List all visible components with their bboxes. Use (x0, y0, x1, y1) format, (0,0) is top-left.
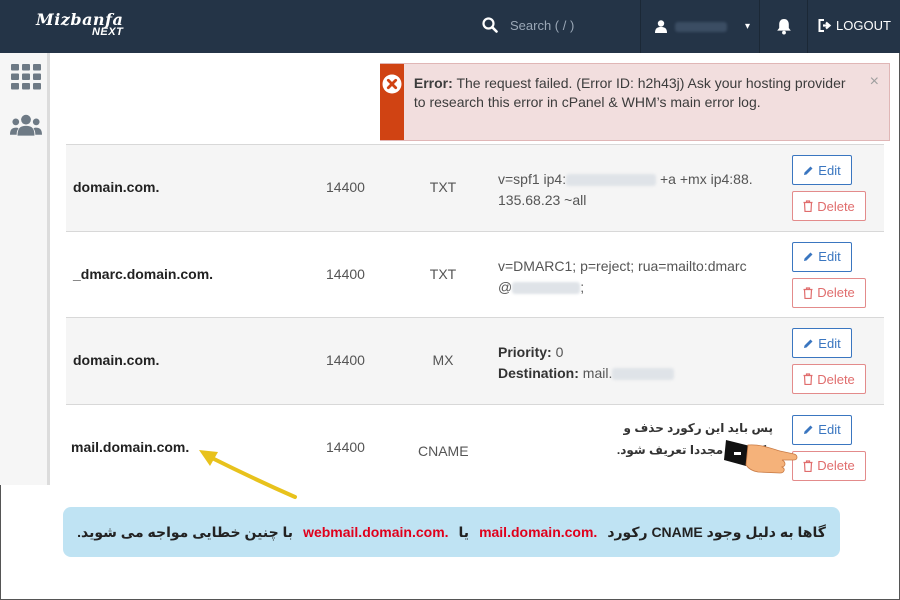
left-sidebar (0, 53, 50, 485)
close-icon[interactable]: × (870, 73, 879, 91)
trash-icon (803, 200, 813, 212)
caption-highlight: mail.domain.com. (479, 524, 598, 540)
error-alert: Error: The request failed. (Error ID: h2… (380, 63, 890, 141)
notifications-button[interactable] (760, 0, 808, 53)
record-name: _dmarc.domain.com. (73, 265, 214, 282)
record-ttl: 14400 (326, 179, 365, 195)
logout-button[interactable]: LOGOUT (818, 18, 891, 33)
redacted-domain (512, 281, 581, 294)
caption-banner: گاها به دلیل وجود CNAME رکورد mail.domai… (63, 507, 840, 557)
search-placeholder: Search ( / ) (510, 17, 575, 33)
delete-button[interactable]: Delete (792, 450, 866, 481)
caption-text: یا (458, 523, 470, 540)
apps-menu-button[interactable] (10, 63, 42, 91)
delete-label: Delete (817, 371, 855, 387)
record-type: TXT (429, 265, 457, 282)
annotation-line: پس باید این رکورد حذف و (623, 421, 773, 435)
bell-icon (776, 19, 791, 35)
logout-label: LOGOUT (836, 18, 891, 33)
error-text: The request failed. (Error ID: h2h43j) A… (413, 75, 846, 110)
record-value: v=DMARC1; p=reject; rua=mailto:dmarc @; (498, 256, 778, 298)
record-value-part: 135.68.23 ~all (498, 192, 587, 208)
record-type: MX (432, 352, 454, 368)
delete-button[interactable]: Delete (792, 277, 866, 308)
delete-button[interactable]: Delete (792, 191, 866, 221)
delete-label: Delete (817, 285, 855, 300)
record-ttl: 14400 (326, 265, 365, 282)
user-menu[interactable]: ▾ (640, 0, 760, 53)
pencil-icon (804, 339, 813, 348)
record-value-part: @ (498, 278, 513, 295)
delete-label: Delete (817, 458, 855, 473)
record-value: Priority: 0 Destination: mail. (498, 342, 778, 384)
delete-button[interactable]: Delete (792, 364, 866, 394)
record-value-part: v=DMARC1; p=reject; rua=mailto:dmarc (498, 257, 747, 274)
edit-button[interactable]: Edit (792, 328, 852, 358)
search-icon (482, 17, 498, 33)
pencil-icon (804, 425, 813, 434)
edit-button[interactable]: Edit (792, 155, 852, 185)
error-circle-icon (382, 74, 402, 94)
annotation-line: رکورد A مجددا تعریف شود. (616, 443, 773, 457)
table-row: domain.com. 14400 MX Priority: 0 Destina… (66, 317, 884, 404)
error-badge (380, 64, 404, 140)
destination-label: Destination: (498, 365, 579, 381)
edit-label: Edit (818, 422, 841, 437)
priority-value: 0 (555, 344, 564, 360)
record-name: domain.com. (73, 352, 160, 368)
error-message: Error: The request failed. (Error ID: h2… (404, 64, 889, 140)
record-value-part: v=spf1 ip4: (498, 171, 567, 187)
table-row: _dmarc.domain.com. 14400 TXT v=DMARC1; p… (66, 230, 884, 317)
record-name: mail.domain.com. (71, 438, 190, 455)
redacted-ip (566, 174, 657, 187)
trash-icon (803, 286, 813, 299)
caption-text: گاها به دلیل وجود CNAME رکورد (607, 523, 826, 540)
error-title: Error: (413, 75, 453, 91)
record-value-part: ; (580, 278, 585, 295)
record-ttl: 14400 (326, 352, 365, 368)
edit-label: Edit (818, 335, 841, 351)
logout-icon (818, 19, 832, 32)
dns-zone-editor: Error: The request failed. (Error ID: h2… (53, 53, 899, 485)
users-menu-button[interactable] (10, 111, 42, 139)
record-value: v=spf1 ip4: +a +mx ip4:88. 135.68.23 ~al… (498, 169, 778, 211)
annotation-note: پس باید این رکورد حذف و رکورد A مجددا تع… (553, 417, 773, 461)
trash-icon (803, 373, 813, 385)
users-icon (10, 114, 42, 136)
record-type: CNAME (418, 442, 469, 459)
record-value-part: +a +mx ip4:88. (660, 171, 753, 187)
trash-icon (803, 459, 813, 472)
delete-label: Delete (817, 198, 855, 214)
pencil-icon (804, 252, 813, 261)
caption-text: با چنین خطایی مواجه می شوید. (77, 523, 294, 540)
edit-label: Edit (818, 249, 841, 264)
edit-button[interactable]: Edit (792, 414, 852, 445)
pencil-icon (804, 166, 813, 175)
record-name: domain.com. (73, 179, 160, 195)
brand-logo[interactable]: Mizbanfa NEXT (36, 10, 123, 38)
user-icon (655, 20, 667, 33)
edit-button[interactable]: Edit (792, 241, 852, 272)
destination-value: mail. (582, 365, 613, 381)
chevron-down-icon: ▾ (745, 21, 751, 32)
redacted-domain (612, 368, 675, 381)
edit-label: Edit (818, 162, 841, 178)
table-row: domain.com. 14400 TXT v=spf1 ip4: +a +mx… (66, 144, 884, 231)
priority-label: Priority: (498, 344, 552, 360)
record-type: TXT (429, 179, 457, 195)
search-box[interactable]: Search ( / ) (482, 17, 574, 33)
caption-highlight: webmail.domain.com. (303, 524, 449, 540)
username-redacted (675, 21, 727, 32)
grid-icon (11, 64, 41, 90)
record-ttl: 14400 (326, 438, 365, 455)
top-navbar: Mizbanfa NEXT Search ( / ) ▾ LOGOUT (0, 0, 900, 53)
